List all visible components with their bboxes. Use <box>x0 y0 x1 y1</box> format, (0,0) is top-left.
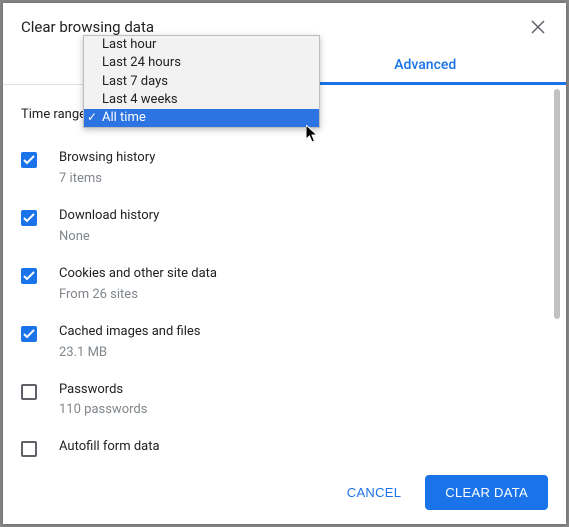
dropdown-option[interactable]: Last 4 weeks <box>84 91 319 109</box>
check-icon <box>23 213 35 223</box>
item-title: Passwords <box>59 382 534 399</box>
dropdown-option[interactable]: Last hour <box>84 36 319 54</box>
check-icon <box>23 271 35 281</box>
dropdown-option-label: Last 24 hours <box>102 55 181 70</box>
dropdown-option-label: Last 4 weeks <box>102 92 178 107</box>
check-icon: ✓ <box>87 111 97 124</box>
item-text: Cookies and other site data From 26 sites <box>59 266 534 302</box>
item-text: Browsing history 7 items <box>59 150 534 186</box>
check-icon <box>23 329 35 339</box>
cancel-button[interactable]: CANCEL <box>333 477 416 508</box>
tab-label: Advanced <box>394 57 456 73</box>
close-button[interactable] <box>528 17 548 37</box>
scroll-thumb[interactable] <box>554 89 560 319</box>
data-type-list: Browsing history 7 items Download history N… <box>21 142 534 461</box>
checkbox[interactable] <box>21 152 37 168</box>
data-type-item: Passwords 110 passwords <box>21 374 534 432</box>
checkbox[interactable] <box>21 268 37 284</box>
dialog-content: Time range Browsing history 7 items Downlo… <box>3 85 552 461</box>
item-text: Autofill form data <box>59 439 534 456</box>
item-subtitle: None <box>59 229 534 244</box>
item-text: Cached images and files 23.1 MB <box>59 324 534 360</box>
dropdown-option[interactable]: Last 7 days <box>84 73 319 91</box>
content-wrap: Time range Browsing history 7 items Downlo… <box>3 85 566 461</box>
item-subtitle: 110 passwords <box>59 402 534 417</box>
tab-advanced[interactable]: Advanced <box>285 45 567 84</box>
item-text: Passwords 110 passwords <box>59 382 534 418</box>
dropdown-option-label: All time <box>102 110 146 125</box>
item-text: Download history None <box>59 208 534 244</box>
dialog-title: Clear browsing data <box>21 18 154 36</box>
checkbox[interactable] <box>21 210 37 226</box>
checkbox[interactable] <box>21 326 37 342</box>
dropdown-option[interactable]: Last 24 hours <box>84 54 319 72</box>
item-title: Browsing history <box>59 150 534 167</box>
item-subtitle: 23.1 MB <box>59 345 534 360</box>
data-type-item: Cookies and other site data From 26 sites <box>21 258 534 316</box>
close-icon <box>531 20 545 34</box>
data-type-item: Download history None <box>21 200 534 258</box>
data-type-item: Cached images and files 23.1 MB <box>21 316 534 374</box>
time-range-label: Time range <box>21 107 86 122</box>
item-title: Download history <box>59 208 534 225</box>
time-range-dropdown[interactable]: Last hour Last 24 hours Last 7 days Last 4 … <box>83 35 320 128</box>
item-title: Cached images and files <box>59 324 534 341</box>
checkbox[interactable] <box>21 441 37 457</box>
item-title: Autofill form data <box>59 439 534 456</box>
data-type-item: Autofill form data <box>21 431 534 461</box>
check-icon <box>23 155 35 165</box>
item-title: Cookies and other site data <box>59 266 534 283</box>
scrollbar[interactable] <box>552 85 566 461</box>
clear-data-button[interactable]: CLEAR DATA <box>425 475 548 510</box>
item-subtitle: From 26 sites <box>59 287 534 302</box>
data-type-item: Browsing history 7 items <box>21 142 534 200</box>
item-subtitle: 7 items <box>59 171 534 186</box>
dropdown-option[interactable]: ✓ All time <box>84 109 319 127</box>
checkbox[interactable] <box>21 384 37 400</box>
dialog-footer: CANCEL CLEAR DATA <box>3 461 566 524</box>
dropdown-option-label: Last 7 days <box>102 74 168 89</box>
dropdown-option-label: Last hour <box>102 37 156 52</box>
